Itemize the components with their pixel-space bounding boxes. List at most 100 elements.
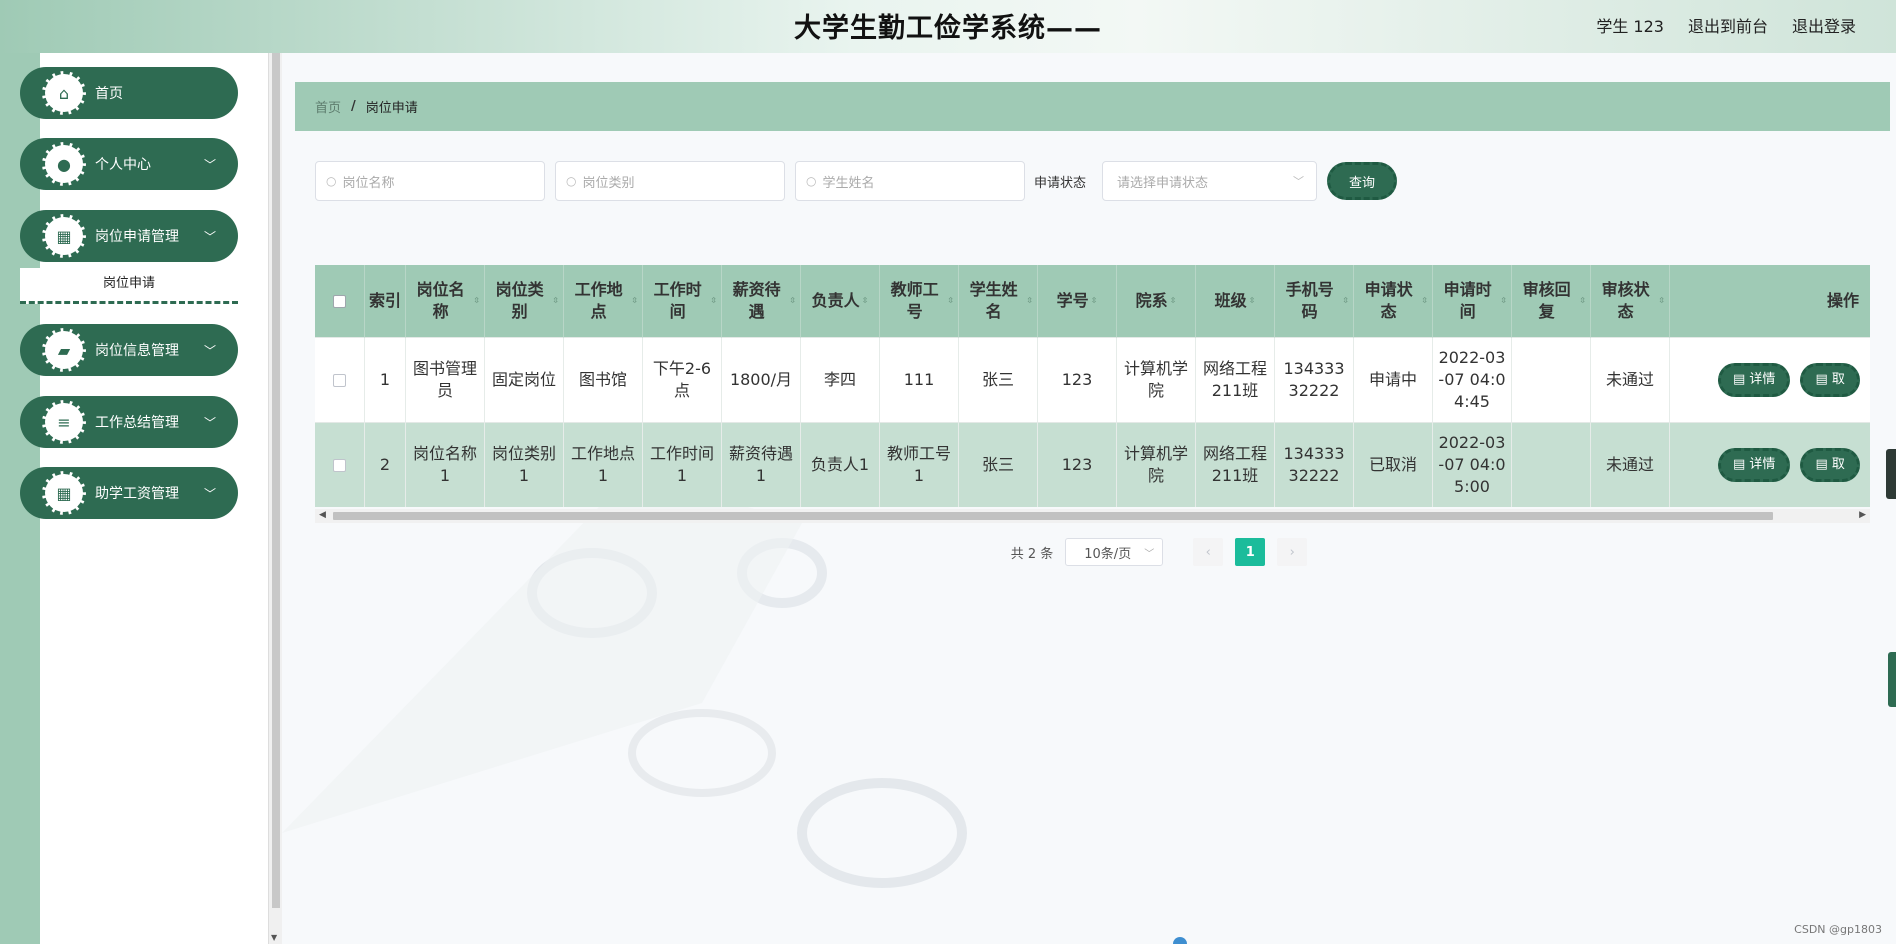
floating-dot[interactable] bbox=[1173, 937, 1187, 944]
column-header[interactable]: 手机号码 ⇳ bbox=[1275, 265, 1354, 338]
side-panel-tab-green[interactable] bbox=[1888, 652, 1896, 707]
table-scroll-thumb[interactable] bbox=[333, 512, 1773, 520]
next-page-button[interactable]: › bbox=[1277, 538, 1308, 566]
prev-page-button[interactable]: ‹ bbox=[1193, 538, 1224, 566]
column-header[interactable]: 工作地点 ⇳ bbox=[564, 265, 643, 338]
row-checkbox[interactable] bbox=[333, 458, 346, 472]
table-cell: 岗位名称1 bbox=[406, 423, 485, 507]
sort-icon[interactable]: ⇳ bbox=[1579, 290, 1586, 312]
column-header[interactable]: 教师工号 ⇳ bbox=[880, 265, 959, 338]
column-header[interactable]: 申请时间 ⇳ bbox=[1433, 265, 1512, 338]
back-to-front-link[interactable]: 退出到前台 bbox=[1688, 13, 1768, 37]
sort-icon[interactable]: ⇳ bbox=[1500, 290, 1507, 312]
cancel-button[interactable]: ▤ 取 bbox=[1800, 448, 1860, 482]
sort-icon[interactable]: ⇳ bbox=[789, 290, 796, 312]
column-header[interactable]: 工作时间 ⇳ bbox=[643, 265, 722, 338]
column-header-label: 工作时间 bbox=[653, 280, 702, 321]
sort-icon[interactable]: ⇳ bbox=[631, 290, 638, 312]
chevron-down-icon: ﹀ bbox=[203, 486, 216, 501]
sidebar-item-work-summary-mgmt[interactable]: ≡ 工作总结管理 ﹀ bbox=[20, 396, 238, 448]
submenu-item-job-application[interactable]: 岗位申请 bbox=[20, 268, 238, 304]
row-checkbox[interactable] bbox=[333, 373, 346, 387]
sort-icon[interactable]: ⇳ bbox=[862, 290, 869, 312]
student-name-input[interactable]: ○ 学生姓名 bbox=[795, 161, 1025, 201]
column-header-label: 班级 bbox=[1214, 291, 1247, 310]
detail-button[interactable]: ▤ 详情 bbox=[1718, 448, 1791, 482]
table-cell: 1 bbox=[365, 338, 406, 423]
sort-icon[interactable]: ⇳ bbox=[1091, 290, 1098, 312]
data-table: 索引 岗位名称 ⇳ 岗位类别 ⇳ 工作地点 ⇳ 工作时间 ⇳ 薪资待遇 ⇳ 负责人 ⇳ 教师… bbox=[315, 265, 1870, 507]
student-name-placeholder: 学生姓名 bbox=[822, 175, 875, 191]
select-all-checkbox[interactable] bbox=[333, 294, 346, 308]
column-header[interactable]: 岗位类别 ⇳ bbox=[485, 265, 564, 338]
column-header[interactable]: 审核状态 ⇳ bbox=[1591, 265, 1670, 338]
main-content: 首页 / 岗位申请 ○ 岗位名称 ○ 岗位类别 ○ 学生姓名 申请状态 请选择申请状态… bbox=[282, 53, 1896, 944]
column-header[interactable]: 岗位名称 ⇳ bbox=[406, 265, 485, 338]
table-cell: 图书馆 bbox=[564, 338, 643, 423]
sort-icon[interactable]: ⇳ bbox=[1249, 290, 1256, 312]
select-all-cell bbox=[315, 265, 365, 338]
sort-icon[interactable]: ⇳ bbox=[1658, 290, 1665, 312]
side-panel-tab[interactable] bbox=[1886, 449, 1896, 499]
page-size-select[interactable]: 10条/页 ﹀ bbox=[1065, 538, 1164, 566]
column-header-label: 审核回复 bbox=[1522, 280, 1571, 321]
job-name-input[interactable]: ○ 岗位名称 bbox=[315, 161, 545, 201]
column-header[interactable]: 院系 ⇳ bbox=[1117, 265, 1196, 338]
column-header[interactable]: 索引 bbox=[365, 265, 406, 338]
scroll-down-arrow[interactable]: ▼ bbox=[271, 933, 277, 942]
sort-icon[interactable]: ⇳ bbox=[1342, 290, 1349, 312]
table-cell: 李四 bbox=[801, 338, 880, 423]
page-number-current[interactable]: 1 bbox=[1235, 538, 1266, 566]
table-cell: 工作地点1 bbox=[564, 423, 643, 507]
query-button[interactable]: 查询 bbox=[1327, 162, 1397, 200]
detail-button[interactable]: ▤ 详情 bbox=[1718, 363, 1791, 397]
column-header[interactable]: 审核回复 ⇳ bbox=[1512, 265, 1591, 338]
sort-icon[interactable]: ⇳ bbox=[473, 290, 480, 312]
table-cell bbox=[1512, 423, 1591, 507]
sidebar-item-personal-center[interactable]: ● 个人中心 ﹀ bbox=[20, 138, 238, 190]
user-icon: ● bbox=[42, 142, 86, 186]
briefcase-icon: ▰ bbox=[42, 328, 86, 372]
sidebar-scroll-thumb[interactable] bbox=[272, 53, 280, 908]
table-row[interactable]: 1 图书管理员 固定岗位 图书馆 下午2-6点 1800/月 李四 111 张三… bbox=[315, 338, 1870, 423]
sort-icon[interactable]: ⇳ bbox=[1421, 290, 1428, 312]
table-cell: 111 bbox=[880, 338, 959, 423]
column-header[interactable]: 班级 ⇳ bbox=[1196, 265, 1275, 338]
sidebar-scrollbar[interactable]: ▼ bbox=[268, 53, 282, 944]
table-horizontal-scrollbar[interactable]: ◀ ▶ bbox=[315, 509, 1870, 523]
column-header[interactable]: 学号 ⇳ bbox=[1038, 265, 1117, 338]
cancel-button[interactable]: ▤ 取 bbox=[1800, 363, 1860, 397]
scroll-left-arrow[interactable]: ◀ bbox=[319, 510, 326, 520]
column-header-label: 薪资待遇 bbox=[732, 280, 781, 321]
sort-icon[interactable]: ⇳ bbox=[710, 290, 717, 312]
column-header[interactable]: 负责人 ⇳ bbox=[801, 265, 880, 338]
column-header[interactable]: 薪资待遇 ⇳ bbox=[722, 265, 801, 338]
cancel-button-label: 取 bbox=[1831, 457, 1845, 472]
pagination: 共 2 条 10条/页 ﹀ ‹ 1 › bbox=[282, 538, 1896, 566]
sort-icon[interactable]: ⇳ bbox=[552, 290, 559, 312]
sort-icon[interactable]: ⇳ bbox=[1026, 290, 1033, 312]
column-header-label: 申请时间 bbox=[1443, 280, 1492, 321]
sort-icon[interactable]: ⇳ bbox=[947, 290, 954, 312]
table-cell: 申请中 bbox=[1354, 338, 1433, 423]
cancel-button-label: 取 bbox=[1831, 372, 1845, 387]
sidebar-item-job-info-mgmt[interactable]: ▰ 岗位信息管理 ﹀ bbox=[20, 324, 238, 376]
chevron-down-icon: ﹀ bbox=[1144, 548, 1155, 560]
sort-icon[interactable]: ⇳ bbox=[1170, 290, 1177, 312]
status-select[interactable]: 请选择申请状态 ﹀ bbox=[1102, 161, 1317, 201]
table-row[interactable]: 2 岗位名称1 岗位类别1 工作地点1 工作时间1 薪资待遇1 负责人1 教师工… bbox=[315, 423, 1870, 507]
watermark: CSDN @gp1803 bbox=[1794, 923, 1882, 936]
table-cell: 教师工号1 bbox=[880, 423, 959, 507]
logout-link[interactable]: 退出登录 bbox=[1792, 13, 1856, 37]
row-select-cell bbox=[315, 338, 365, 423]
scroll-right-arrow[interactable]: ▶ bbox=[1859, 510, 1866, 520]
breadcrumb: 首页 / 岗位申请 bbox=[295, 82, 1890, 131]
sidebar-item-home[interactable]: ⌂ 首页 bbox=[20, 67, 238, 119]
row-actions: ▤ 详情 ▤ 取 bbox=[1670, 338, 1870, 423]
sidebar-item-job-application-mgmt[interactable]: ▦ 岗位申请管理 ﹀ bbox=[20, 210, 238, 262]
job-type-input[interactable]: ○ 岗位类别 bbox=[555, 161, 785, 201]
sidebar-item-wage-mgmt[interactable]: ▦ 助学工资管理 ﹀ bbox=[20, 467, 238, 519]
column-header[interactable]: 申请状态 ⇳ bbox=[1354, 265, 1433, 338]
column-header[interactable]: 学生姓名 ⇳ bbox=[959, 265, 1038, 338]
breadcrumb-home[interactable]: 首页 bbox=[315, 97, 341, 116]
